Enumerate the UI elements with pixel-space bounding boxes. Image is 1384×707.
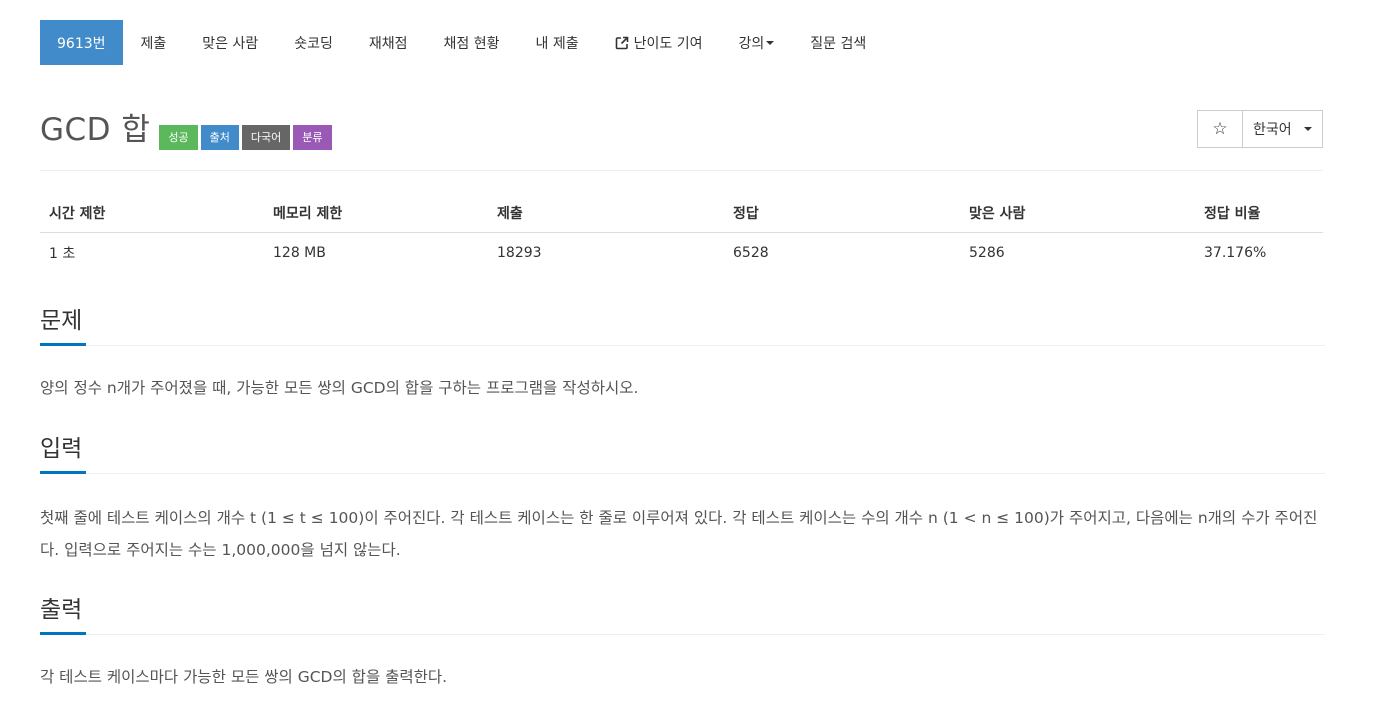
star-icon: ☆	[1212, 119, 1228, 139]
section-title-problem: 문제	[40, 308, 83, 334]
tab-difficulty-label: 난이도 기여	[633, 35, 703, 52]
language-dropdown-button[interactable]: 한국어	[1243, 110, 1323, 148]
language-label: 한국어	[1253, 122, 1292, 138]
page-title: GCD 합	[40, 112, 151, 148]
tab-difficulty-contribution[interactable]: 난이도 기여	[597, 20, 721, 65]
tab-accepted-users[interactable]: 맞은 사람	[184, 20, 276, 65]
favorite-star-button[interactable]: ☆	[1197, 110, 1243, 148]
title-divider	[40, 170, 1323, 171]
problem-output-text: 각 테스트 케이스마다 가능한 모든 쌍의 GCD의 합을 출력한다.	[40, 668, 448, 686]
label-source[interactable]: 출처	[200, 124, 239, 150]
section-header: 문제	[40, 305, 1325, 346]
problem-output-section: 출력 각 테스트 케이스마다 가능한 모든 쌍의 GCD의 합을 출력한다.	[40, 594, 1325, 693]
accept-ratio-value: 37.176%	[1204, 244, 1267, 261]
header-time-limit: 시간 제한	[40, 193, 264, 233]
header-memory-limit: 메모리 제한	[264, 193, 488, 233]
tab-question-search[interactable]: 질문 검색	[792, 20, 884, 65]
header-accept-ratio: 정답 비율	[1195, 193, 1323, 233]
problem-title-row: GCD 합 성공 출처 다국어 분류	[40, 110, 335, 150]
tab-problem-number[interactable]: 9613번	[40, 20, 123, 65]
title-actions: ☆ 한국어	[1197, 110, 1323, 148]
problem-nav-tabs: 9613번 제출 맞은 사람 숏코딩 재채점 채점 현황 내 제출 난이도 기여…	[40, 20, 884, 65]
problem-input-section: 입력 첫째 줄에 테스트 케이스의 개수 t (1 ≤ t ≤ 100)이 주어…	[40, 433, 1325, 566]
submissions-value: 18293	[497, 244, 542, 261]
problem-description-text: 양의 정수 n개가 주어졌을 때, 가능한 모든 쌍의 GCD의 합을 구하는 …	[40, 379, 639, 397]
section-underline	[40, 471, 86, 474]
memory-limit-value: 128 MB	[273, 244, 326, 261]
problem-labels: 성공 출처 다국어 분류	[159, 124, 334, 150]
label-success[interactable]: 성공	[159, 124, 198, 150]
tab-lectures-dropdown[interactable]: 강의	[720, 20, 792, 65]
label-multilingual[interactable]: 다국어	[241, 124, 291, 150]
problem-info-table: 시간 제한 메모리 제한 제출 정답 맞은 사람 정답 비율 1 초 128 M…	[40, 193, 1323, 272]
accepted-users-value: 5286	[969, 244, 1005, 261]
caret-down-icon	[1303, 127, 1312, 131]
label-category[interactable]: 분류	[293, 124, 332, 150]
header-submissions: 제출	[488, 193, 724, 233]
section-underline	[40, 632, 86, 635]
tab-lectures-label: 강의	[738, 35, 765, 52]
header-accepted: 정답	[724, 193, 960, 233]
tab-my-submissions[interactable]: 내 제출	[518, 20, 597, 65]
section-title-input: 입력	[40, 436, 83, 462]
section-header: 출력	[40, 594, 1325, 635]
external-link-icon	[615, 36, 628, 49]
table-row: 1 초 128 MB 18293 6528 5286 37.176%	[40, 233, 1323, 273]
caret-down-icon	[766, 40, 775, 45]
section-title-output: 출력	[40, 597, 83, 623]
problem-input-text: 첫째 줄에 테스트 케이스의 개수 t (1 ≤ t ≤ 100)이 주어진다.…	[40, 509, 1318, 559]
tab-short-coding[interactable]: 숏코딩	[276, 20, 351, 65]
tab-judge-status[interactable]: 채점 현황	[426, 20, 518, 65]
problem-description-section: 문제 양의 정수 n개가 주어졌을 때, 가능한 모든 쌍의 GCD의 합을 구…	[40, 305, 1325, 404]
section-header: 입력	[40, 433, 1325, 474]
tab-rejudge[interactable]: 재채점	[351, 20, 426, 65]
section-underline	[40, 343, 86, 346]
tab-submit[interactable]: 제출	[123, 20, 185, 65]
table-header-row: 시간 제한 메모리 제한 제출 정답 맞은 사람 정답 비율	[40, 193, 1323, 233]
accepted-value: 6528	[733, 244, 769, 261]
header-accepted-users: 맞은 사람	[960, 193, 1195, 233]
time-limit-value: 1 초	[49, 245, 76, 262]
